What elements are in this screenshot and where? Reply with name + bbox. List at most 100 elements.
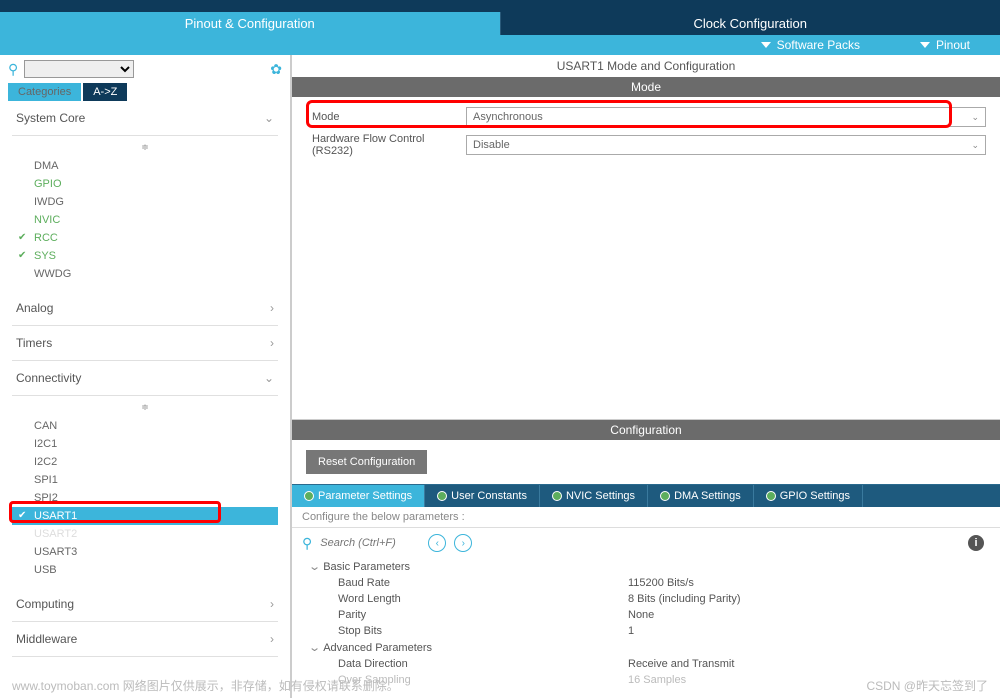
datadir-label: Data Direction: [338, 658, 628, 670]
mode-value: Asynchronous: [473, 111, 543, 123]
software-packs-label: Software Packs: [777, 38, 860, 52]
item-rcc[interactable]: ✔RCC: [12, 229, 278, 247]
item-usart3[interactable]: USART3: [12, 543, 278, 561]
status-dot-icon: [304, 491, 314, 501]
panel-title: USART1 Mode and Configuration: [292, 55, 1000, 77]
search-icon[interactable]: ⚲: [302, 535, 312, 552]
tab-gpio-settings[interactable]: GPIO Settings: [754, 485, 863, 507]
item-spi2[interactable]: SPI2: [12, 489, 278, 507]
chevron-down-icon: ⌄: [971, 112, 979, 123]
item-sys[interactable]: ✔SYS: [12, 247, 278, 265]
chevron-right-icon: ›: [270, 301, 274, 315]
tab-clock[interactable]: Clock Configuration: [500, 12, 1000, 35]
item-gpio[interactable]: GPIO: [12, 175, 278, 193]
cat-label: Computing: [16, 597, 74, 611]
software-packs-toggle[interactable]: Software Packs: [761, 38, 860, 52]
pinout-toggle[interactable]: Pinout: [920, 38, 970, 52]
next-button[interactable]: ›: [454, 534, 472, 552]
status-dot-icon: [437, 491, 447, 501]
parity-label: Parity: [338, 609, 628, 621]
mode-select[interactable]: Asynchronous ⌄: [466, 107, 986, 127]
config-hint: Configure the below parameters :: [292, 507, 1000, 528]
mode-label: Mode: [306, 111, 466, 123]
check-icon: ✔: [18, 510, 26, 521]
cat-label: Timers: [16, 336, 52, 350]
tab-dma-settings[interactable]: DMA Settings: [648, 485, 754, 507]
chevron-down-icon: ⌄: [264, 371, 274, 385]
check-icon: ✔: [18, 232, 26, 243]
item-wwdg[interactable]: WWDG: [12, 265, 278, 283]
cat-middleware[interactable]: Middleware ›: [12, 622, 278, 657]
chevron-down-icon: [920, 42, 930, 48]
datadir-value[interactable]: Receive and Transmit: [628, 658, 734, 670]
tab-nvic-settings[interactable]: NVIC Settings: [540, 485, 648, 507]
item-nvic[interactable]: NVIC: [12, 211, 278, 229]
cat-analog[interactable]: Analog ›: [12, 291, 278, 326]
check-icon: ✔: [18, 250, 26, 261]
parity-value[interactable]: None: [628, 609, 654, 621]
config-header: Configuration: [292, 420, 1000, 440]
status-dot-icon: [552, 491, 562, 501]
chevron-down-icon: [761, 42, 771, 48]
baud-label: Baud Rate: [338, 577, 628, 589]
group-basic[interactable]: Basic Parameters: [302, 558, 990, 575]
scroll-up-icon[interactable]: ≑: [12, 398, 278, 417]
item-usart1[interactable]: ✔USART1: [12, 507, 278, 525]
config-tabs: Parameter Settings User Constants NVIC S…: [292, 484, 1000, 507]
wordlen-value[interactable]: 8 Bits (including Parity): [628, 593, 741, 605]
prev-button[interactable]: ‹: [428, 534, 446, 552]
sub-bar: Software Packs Pinout: [0, 35, 1000, 55]
cat-timers[interactable]: Timers ›: [12, 326, 278, 361]
cat-computing[interactable]: Computing ›: [12, 587, 278, 622]
pinout-label: Pinout: [936, 38, 970, 52]
tab-pinout[interactable]: Pinout & Configuration: [0, 12, 500, 35]
hw-flow-label: Hardware Flow Control (RS232): [306, 133, 466, 157]
tab-user-constants[interactable]: User Constants: [425, 485, 540, 507]
item-usart2[interactable]: USART2: [12, 525, 278, 543]
item-iwdg[interactable]: IWDG: [12, 193, 278, 211]
item-spi1[interactable]: SPI1: [12, 471, 278, 489]
cat-label: Middleware: [16, 632, 77, 646]
chevron-down-icon: ⌄: [971, 140, 979, 151]
item-i2c1[interactable]: I2C1: [12, 435, 278, 453]
cat-connectivity[interactable]: Connectivity ⌄: [12, 361, 278, 396]
baud-value[interactable]: 115200 Bits/s: [628, 577, 694, 589]
search-select[interactable]: [24, 60, 134, 78]
chevron-right-icon: ›: [270, 336, 274, 350]
status-dot-icon: [660, 491, 670, 501]
cat-label: Connectivity: [16, 371, 81, 385]
footer: www.toymoban.com 网络图片仅供展示，非存储，如有侵权请联系删除。…: [12, 677, 988, 694]
tab-az[interactable]: A->Z: [83, 83, 127, 101]
search-icon[interactable]: ⚲: [8, 61, 18, 78]
footer-left: www.toymoban.com 网络图片仅供展示，非存储，如有侵权请联系删除。: [12, 677, 399, 694]
cat-label: Analog: [16, 301, 53, 315]
stopbits-value[interactable]: 1: [628, 625, 634, 637]
param-search-input[interactable]: [320, 537, 420, 549]
chevron-right-icon: ›: [270, 632, 274, 646]
item-i2c2[interactable]: I2C2: [12, 453, 278, 471]
stopbits-label: Stop Bits: [338, 625, 628, 637]
tab-categories[interactable]: Categories: [8, 83, 81, 101]
item-usb[interactable]: USB: [12, 561, 278, 579]
chevron-down-icon: ⌄: [264, 111, 274, 125]
status-dot-icon: [766, 491, 776, 501]
tab-parameter-settings[interactable]: Parameter Settings: [292, 485, 425, 507]
chevron-right-icon: ›: [270, 597, 274, 611]
footer-right: CSDN @昨天忘签到了: [866, 677, 988, 694]
wordlen-label: Word Length: [338, 593, 628, 605]
top-bar: [0, 0, 1000, 12]
mode-header: Mode: [292, 77, 1000, 97]
gear-icon[interactable]: ✿: [270, 61, 282, 78]
hw-flow-value: Disable: [473, 139, 510, 151]
category-tree: System Core ⌄ ≑ DMA GPIO IWDG NVIC ✔RCC …: [0, 101, 290, 667]
right-panel: USART1 Mode and Configuration Mode Mode …: [292, 55, 1000, 698]
group-advanced[interactable]: Advanced Parameters: [302, 639, 990, 656]
info-icon[interactable]: i: [968, 535, 984, 551]
cat-system-core[interactable]: System Core ⌄: [12, 101, 278, 136]
item-dma[interactable]: DMA: [12, 157, 278, 175]
hw-flow-select[interactable]: Disable ⌄: [466, 135, 986, 155]
item-can[interactable]: CAN: [12, 417, 278, 435]
cat-label: System Core: [16, 111, 85, 125]
reset-button[interactable]: Reset Configuration: [306, 450, 427, 474]
scroll-up-icon[interactable]: ≑: [12, 138, 278, 157]
